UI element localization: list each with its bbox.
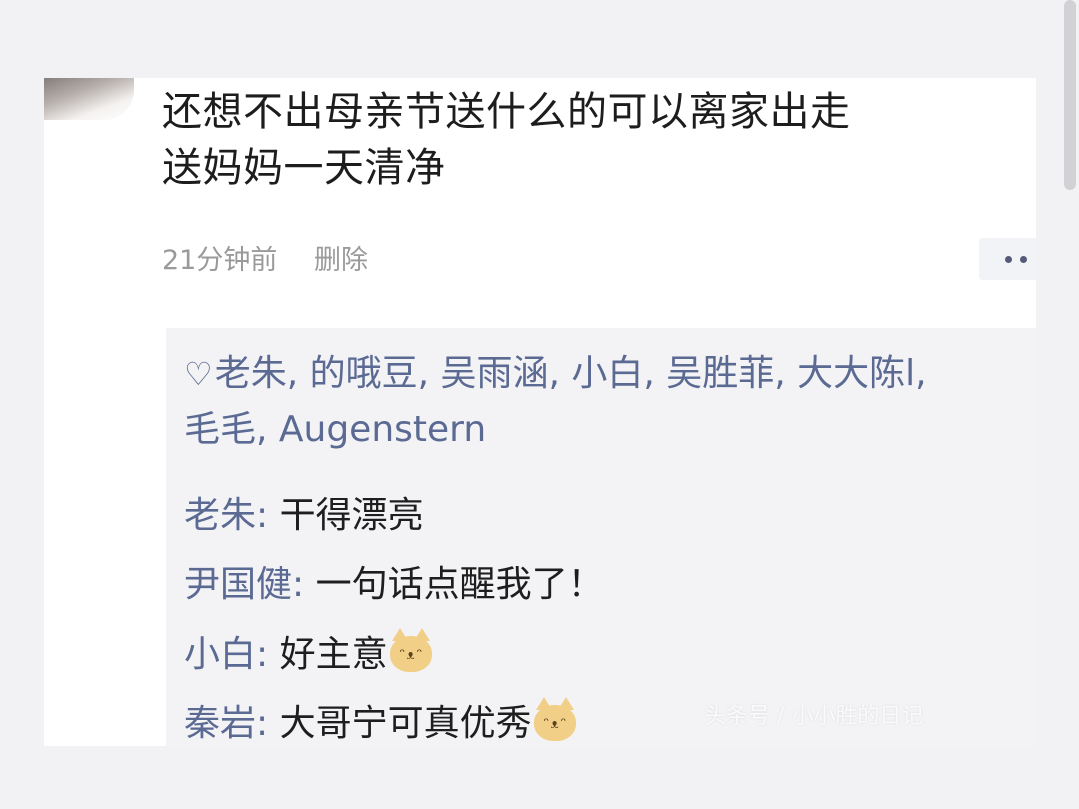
comment-author[interactable]: 小白 [184,634,256,675]
comment-item[interactable]: 老朱: 干得漂亮 [184,491,424,541]
likes-line-1[interactable]: 老朱, 的哦豆, 吴雨涵, 小白, 吴胜菲, 大大陈l, [215,353,927,394]
post-text-line-1: 还想不出母亲节送什么的可以离家出走 [162,89,851,135]
more-options-button[interactable] [979,238,1036,280]
delete-link[interactable]: 删除 [314,245,368,276]
comment-author[interactable]: 尹国健 [184,564,292,605]
cat-emoji-icon: ᵔᴥᵔ [533,697,576,741]
more-dot-icon [1020,256,1027,263]
comment-area: ♡老朱, 的哦豆, 吴雨涵, 小白, 吴胜菲, 大大陈l, 毛毛, Augens… [166,328,1036,746]
comment-separator: : [256,495,280,536]
cat-emoji-icon: ᵔᴥᵔ [389,628,432,672]
comment-author[interactable]: 老朱 [184,495,256,536]
likes-line-2[interactable]: 毛毛, Augenstern [184,402,1036,457]
avatar[interactable] [44,78,134,120]
comment-item[interactable]: 小白: 好主意 ᵔᴥᵔ [184,628,432,680]
comment-text: 干得漂亮 [279,495,424,536]
more-dot-icon [1005,256,1012,263]
scrollbar-thumb[interactable] [1064,0,1076,190]
comment-separator: : [292,564,316,605]
comment-text: 一句话点醒我了！ [315,564,604,605]
heart-outline-icon: ♡ [184,355,213,393]
post-text-line-2: 送妈妈一天清净 [162,145,446,191]
likes-list: ♡老朱, 的哦豆, 吴雨涵, 小白, 吴胜菲, 大大陈l, 毛毛, Augens… [184,346,1036,457]
post-text: 还想不出母亲节送什么的可以离家出走 送妈妈一天清净 [162,84,1022,196]
comment-item[interactable]: 秦岩: 大哥宁可真优秀 ᵔᴥᵔ [184,697,576,746]
comment-item[interactable]: 尹国健: 一句话点醒我了！ [184,560,604,610]
comment-separator: : [256,703,280,744]
comment-text: 好主意 [279,634,388,675]
comment-text: 大哥宁可真优秀 [279,703,532,744]
post-meta: 21分钟前 删除 [162,238,368,277]
moment-card: 还想不出母亲节送什么的可以离家出走 送妈妈一天清净 21分钟前 删除 ♡老朱, … [44,78,1036,746]
watermark: 头条号 / 小小胜的日记 [704,704,924,729]
post-timestamp: 21分钟前 [162,245,278,276]
comment-separator: : [256,634,280,675]
comment-author[interactable]: 秦岩 [184,703,256,744]
